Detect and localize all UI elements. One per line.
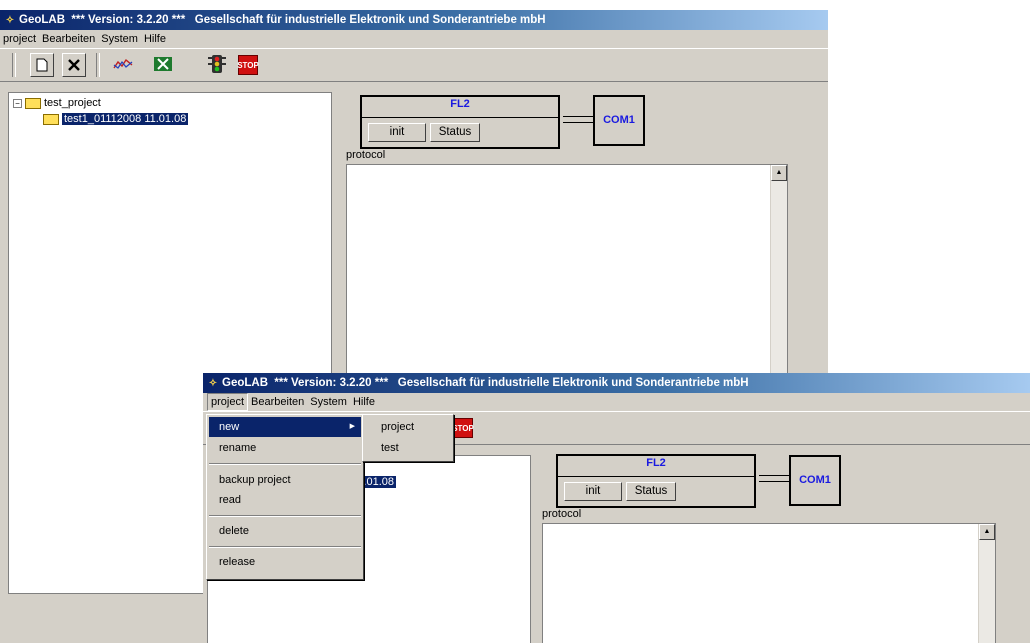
tree-label: test_project bbox=[44, 97, 101, 109]
menu-item-backup-project[interactable]: backup project bbox=[209, 470, 361, 490]
new-icon[interactable] bbox=[30, 53, 54, 77]
excel-icon[interactable] bbox=[152, 53, 174, 75]
device-divider bbox=[558, 476, 754, 477]
connection-line bbox=[563, 116, 593, 123]
submenu-item-project[interactable]: project bbox=[365, 417, 451, 437]
com-port-box[interactable]: COM1 bbox=[789, 455, 841, 506]
new-submenu: project test bbox=[362, 414, 454, 462]
toolbar-separator bbox=[12, 53, 16, 77]
protocol-textarea[interactable]: ▲ bbox=[542, 523, 996, 643]
title-bar: ✧ GeoLAB *** Version: 3.2.20 *** Gesellsc… bbox=[203, 373, 1030, 393]
stop-icon[interactable]: STOP bbox=[452, 418, 474, 438]
com-port-box[interactable]: COM1 bbox=[593, 95, 645, 146]
protocol-label: protocol bbox=[346, 149, 386, 161]
project-menu-dropdown: new ▶ rename backup project read delete … bbox=[206, 414, 364, 580]
menu-project[interactable]: project bbox=[0, 30, 39, 48]
menu-separator bbox=[209, 463, 361, 465]
tree-label: test1_01112008 11.01.08 bbox=[62, 113, 189, 125]
menu-separator bbox=[209, 546, 361, 548]
geolab-icon: ✧ bbox=[208, 378, 218, 389]
device-divider bbox=[362, 117, 558, 118]
protocol-scrollbar[interactable]: ▲ bbox=[770, 165, 787, 405]
version-text: *** Version: 3.2.20 *** bbox=[274, 377, 389, 389]
menu-bar: project Bearbeiten System Hilfe bbox=[0, 30, 828, 48]
menu-bearbeiten[interactable]: Bearbeiten bbox=[39, 30, 98, 48]
menu-item-label: new bbox=[219, 421, 240, 433]
menu-separator bbox=[209, 515, 361, 517]
app-name: GeoLAB bbox=[19, 14, 65, 26]
version-text: *** Version: 3.2.20 *** bbox=[71, 14, 186, 26]
device-name: FL2 bbox=[646, 457, 666, 469]
menu-bar: project Bearbeiten System Hilfe bbox=[203, 393, 1030, 411]
status-button[interactable]: Status bbox=[430, 123, 480, 142]
status-button[interactable]: Status bbox=[626, 482, 676, 501]
menu-item-new[interactable]: new ▶ bbox=[209, 417, 361, 437]
submenu-arrow-icon: ▶ bbox=[349, 423, 355, 430]
menu-item-release[interactable]: release bbox=[209, 552, 361, 572]
tree-item-test1[interactable]: test1_01112008 11.01.08 bbox=[43, 113, 189, 126]
folder-icon bbox=[25, 97, 41, 109]
collapse-icon[interactable]: − bbox=[13, 98, 22, 108]
device-box-fl2: FL2 init Status bbox=[556, 454, 756, 508]
toolbar-separator bbox=[96, 53, 100, 77]
menu-hilfe[interactable]: Hilfe bbox=[350, 393, 378, 411]
tree-item-test-project[interactable]: − test_project bbox=[13, 97, 101, 110]
device-name: FL2 bbox=[450, 98, 470, 110]
title-bar: ✧ GeoLAB *** Version: 3.2.20 *** Gesellsc… bbox=[0, 10, 828, 30]
traffic-light-icon[interactable] bbox=[206, 53, 228, 75]
init-button[interactable]: init bbox=[564, 482, 622, 501]
toolbar: STOP bbox=[0, 48, 828, 82]
menu-item-rename[interactable]: rename bbox=[209, 438, 361, 458]
menu-bearbeiten[interactable]: Bearbeiten bbox=[248, 393, 307, 411]
connection-line bbox=[759, 475, 789, 482]
menu-item-delete[interactable]: delete bbox=[209, 521, 361, 541]
geolab-icon: ✧ bbox=[5, 15, 15, 26]
company-name: Gesellschaft für industrielle Elektronik… bbox=[397, 377, 749, 389]
menu-item-read[interactable]: read bbox=[209, 490, 361, 510]
app-name: GeoLAB bbox=[222, 377, 268, 389]
protocol-label: protocol bbox=[542, 508, 582, 520]
stop-icon[interactable]: STOP bbox=[237, 55, 259, 75]
company-name: Gesellschaft für industrielle Elektronik… bbox=[194, 14, 546, 26]
menu-project[interactable]: project bbox=[207, 393, 249, 411]
submenu-item-test[interactable]: test bbox=[365, 438, 451, 458]
menu-system[interactable]: System bbox=[98, 30, 141, 48]
menu-system[interactable]: System bbox=[307, 393, 350, 411]
device-box-fl2: FL2 init Status bbox=[360, 95, 560, 149]
protocol-scrollbar[interactable]: ▲ bbox=[978, 524, 995, 643]
chart-icon[interactable] bbox=[112, 53, 134, 75]
scroll-up-icon[interactable]: ▲ bbox=[771, 165, 787, 181]
scroll-up-icon[interactable]: ▲ bbox=[979, 524, 995, 540]
init-button[interactable]: init bbox=[368, 123, 426, 142]
protocol-textarea[interactable]: ▲ bbox=[346, 164, 788, 406]
menu-hilfe[interactable]: Hilfe bbox=[141, 30, 169, 48]
delete-icon[interactable] bbox=[62, 53, 86, 77]
folder-icon bbox=[43, 113, 59, 125]
